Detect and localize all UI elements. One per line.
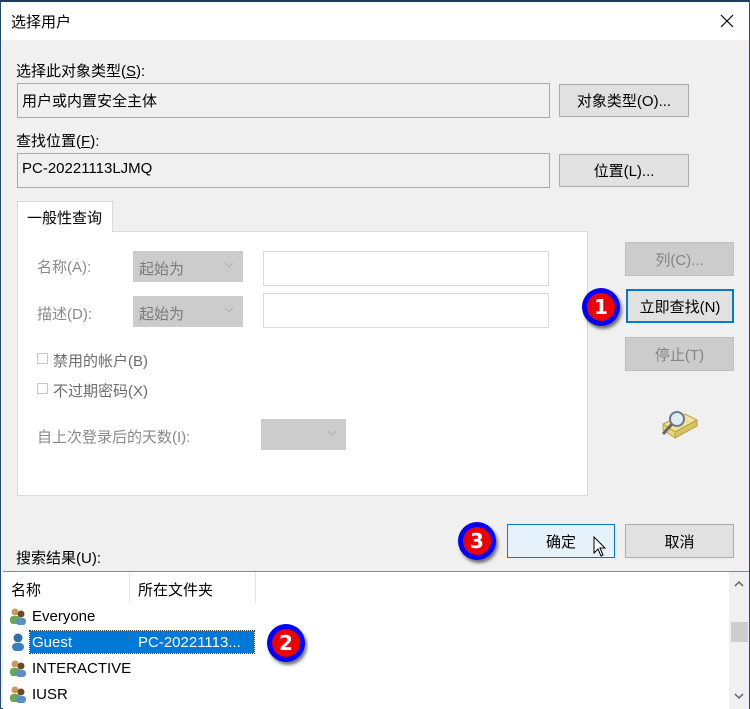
selected-row-cells: Guest PC-20221113...: [29, 630, 255, 654]
chevron-down-icon: [327, 430, 337, 436]
annotation-badge-2-number: 2: [272, 629, 300, 657]
row-folder: PC-20221113...: [138, 633, 241, 651]
annotation-badge-2: 2: [267, 624, 305, 662]
dialog-title: 选择用户: [11, 14, 72, 31]
chevron-down-icon: [734, 693, 744, 700]
description-input[interactable]: [263, 293, 549, 328]
select-user-dialog: 选择用户 选择此对象类型(S): 用户或内置安全主体 对象类型(O)... 查找…: [0, 0, 750, 709]
search-results-label: 搜索结果(U):: [16, 550, 101, 567]
list-item[interactable]: Everyone: [3, 603, 703, 629]
annotation-badge-1-number: 1: [587, 293, 615, 321]
location-label-text: 查找位置: [16, 133, 77, 150]
object-type-field: 用户或内置安全主体: [17, 83, 550, 118]
name-input[interactable]: [263, 251, 549, 286]
scroll-down-button[interactable]: [729, 687, 749, 705]
group-icon: [10, 686, 26, 703]
object-type-label-text: 选择此对象类型: [16, 63, 122, 80]
cancel-button[interactable]: 取消: [625, 524, 734, 558]
search-results-list[interactable]: 名称 所在文件夹 Everyone Guest PC-20221113... I…: [3, 571, 749, 709]
description-match-select[interactable]: 起始为: [133, 296, 243, 327]
row-name: INTERACTIVE: [32, 659, 132, 677]
search-directory-icon: [657, 406, 701, 442]
description-label: 描述(D):: [37, 306, 92, 323]
disabled-accounts-checkbox[interactable]: [37, 353, 48, 364]
days-since-logon-select[interactable]: [261, 419, 346, 450]
name-label: 名称(A):: [37, 259, 92, 276]
location-field: PC-20221113LJMQ: [17, 153, 550, 188]
object-type-accel: (S): [121, 63, 142, 80]
annotation-badge-1: 1: [582, 288, 620, 326]
tab-common-queries[interactable]: 一般性查询: [17, 201, 113, 232]
vertical-scrollbar[interactable]: [729, 572, 749, 709]
non-expiring-password-checkbox[interactable]: [37, 383, 48, 394]
close-button[interactable]: [713, 8, 741, 34]
list-item-selected[interactable]: Guest PC-20221113...: [3, 629, 703, 655]
location-accel: (F): [76, 133, 96, 150]
chevron-down-icon: [224, 262, 234, 268]
group-icon: [10, 608, 26, 625]
annotation-badge-3: 3: [458, 522, 496, 560]
scroll-thumb[interactable]: [731, 622, 748, 642]
object-types-button[interactable]: 对象类型(O)...: [559, 84, 689, 117]
location-label: 查找位置(F):: [16, 130, 99, 151]
name-match-select[interactable]: 起始为: [133, 251, 243, 282]
object-type-label: 选择此对象类型(S):: [16, 60, 145, 81]
row-name: IUSR: [32, 685, 68, 703]
column-header-folder[interactable]: 所在文件夹: [130, 572, 256, 603]
stop-button[interactable]: 停止(T): [625, 337, 734, 371]
object-type-value: 用户或内置安全主体: [22, 93, 158, 110]
days-since-logon-label: 自上次登录后的天数(I):: [37, 429, 191, 446]
group-icon: [10, 660, 26, 677]
list-item[interactable]: INTERACTIVE: [3, 655, 703, 681]
columns-button[interactable]: 列(C)...: [625, 242, 734, 276]
scroll-up-button[interactable]: [729, 575, 749, 593]
chevron-down-icon: [224, 307, 234, 313]
row-name: Everyone: [32, 607, 96, 625]
disabled-accounts-label: 禁用的帐户(B): [53, 353, 148, 370]
name-match-value: 起始为: [139, 261, 185, 278]
location-value: PC-20221113LJMQ: [22, 160, 153, 177]
non-expiring-password-label: 不过期密码(X): [53, 383, 148, 400]
description-match-value: 起始为: [139, 306, 185, 323]
row-name: Guest: [32, 633, 73, 651]
column-header-name[interactable]: 名称: [3, 572, 130, 603]
list-item[interactable]: IUSR: [3, 681, 703, 707]
chevron-up-icon: [734, 580, 744, 587]
title-bar: 选择用户: [1, 2, 749, 40]
locations-button[interactable]: 位置(L)...: [559, 154, 689, 187]
user-icon: [12, 633, 24, 651]
object-type-label-colon: :: [141, 63, 146, 80]
location-label-colon: :: [95, 133, 100, 150]
mouse-cursor-icon: [593, 535, 607, 562]
find-now-button[interactable]: 立即查找(N): [626, 289, 734, 323]
annotation-badge-3-number: 3: [463, 527, 491, 555]
close-icon: [720, 14, 734, 28]
